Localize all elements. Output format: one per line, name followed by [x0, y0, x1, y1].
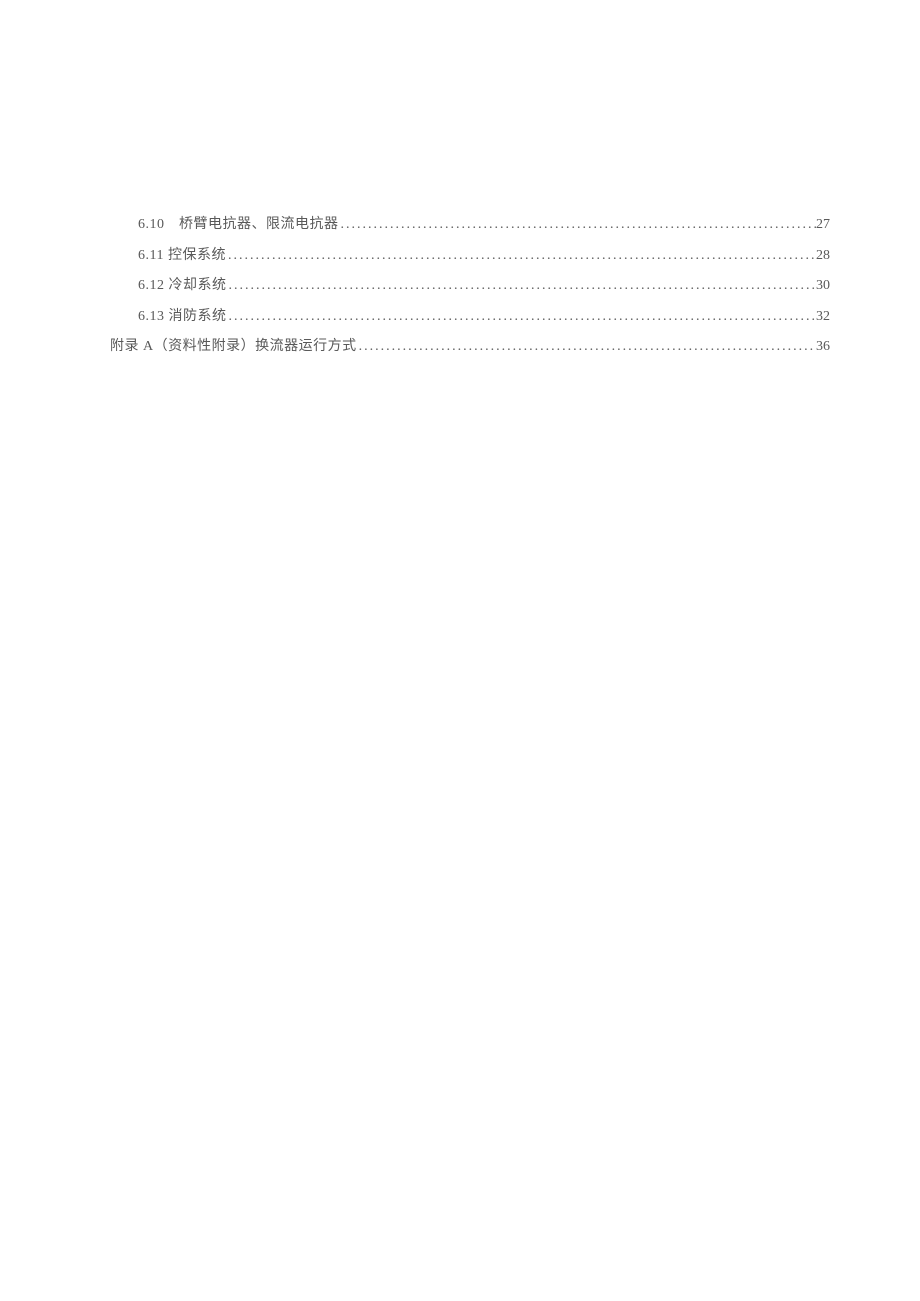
toc-section: 6.10 桥臂电抗器、限流电抗器 27 6.11 控保系统 28 6.12 冷却…: [0, 0, 920, 357]
toc-leader-dots: [227, 307, 817, 327]
toc-entry-label: 6.11 控保系统: [138, 246, 226, 266]
toc-entry: 6.11 控保系统 28: [110, 246, 830, 266]
toc-leader-dots: [227, 276, 817, 296]
toc-leader-dots: [339, 215, 817, 235]
toc-entry: 附录 A（资料性附录）换流器运行方式 36: [110, 337, 830, 357]
toc-entry: 6.13 消防系统 32: [110, 307, 830, 327]
toc-entry-page: 28: [816, 246, 830, 266]
toc-entry-label: 6.10 桥臂电抗器、限流电抗器: [138, 215, 339, 235]
toc-entry-page: 32: [816, 307, 830, 327]
toc-leader-dots: [226, 246, 816, 266]
toc-entry: 6.12 冷却系统 30: [110, 276, 830, 296]
toc-leader-dots: [357, 337, 816, 357]
toc-entry-label: 6.13 消防系统: [138, 307, 227, 327]
toc-entry-page: 27: [816, 215, 830, 235]
toc-entry-page: 36: [816, 337, 830, 357]
toc-entry: 6.10 桥臂电抗器、限流电抗器 27: [110, 215, 830, 235]
toc-entry-page: 30: [816, 276, 830, 296]
toc-entry-label: 6.12 冷却系统: [138, 276, 227, 296]
toc-entry-label: 附录 A（资料性附录）换流器运行方式: [110, 337, 357, 357]
